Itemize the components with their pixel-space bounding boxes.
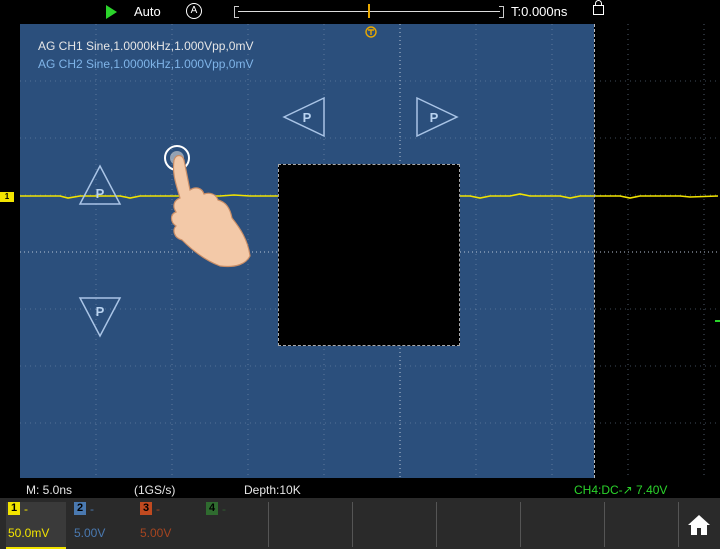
timeline-left-bracket (234, 6, 239, 18)
hand-pointer-icon (164, 145, 251, 268)
menu-divider (436, 502, 437, 547)
pan-right-arrow[interactable]: P (415, 96, 459, 138)
timeline-right-bracket (499, 6, 504, 18)
home-icon[interactable] (686, 512, 712, 538)
timeline-position-marker[interactable] (368, 4, 370, 18)
timebase[interactable]: M: 5.0ns (26, 483, 72, 497)
ch1-info: AG CH1 Sine,1.0000kHz,1.000Vpp,0mV (38, 39, 254, 53)
svg-text:P: P (96, 186, 105, 201)
waveform-screen[interactable]: AG CH1 Sine,1.0000kHz,1.000Vpp,0mV AG CH… (0, 24, 718, 478)
channel-1-coupling: - (24, 502, 28, 516)
record-depth: Depth:10K (244, 483, 301, 497)
channel-1-number: 1 (8, 502, 20, 515)
trigger-mode[interactable]: Auto (134, 4, 161, 19)
pan-up-arrow[interactable]: P (78, 164, 122, 206)
lock-icon[interactable] (593, 0, 604, 15)
ch1-offset-marker[interactable]: 1 (0, 192, 14, 202)
top-bar: Auto A T:0.000ns (0, 0, 720, 24)
channel-2-scale: 5.00V (74, 526, 106, 540)
channel-4-coupling: - (222, 502, 226, 516)
menu-divider (352, 502, 353, 547)
pan-left-arrow[interactable]: P (282, 96, 326, 138)
svg-text:P: P (430, 110, 439, 125)
zone-edge-line (594, 24, 596, 478)
channel-2-coupling: - (90, 502, 94, 516)
svg-text:P: P (96, 304, 105, 319)
channel-bar: 1 - 50.0mV 2 - 5.00V 3 - 5.00V 4 - (0, 498, 720, 549)
channel-2-button[interactable]: 2 - 5.00V (72, 502, 132, 547)
memory-timeline[interactable] (234, 4, 504, 18)
channel-2-number: 2 (74, 502, 86, 515)
trigger-delay: T:0.000ns (511, 4, 568, 19)
trigger-position-marker[interactable] (365, 26, 377, 41)
menu-divider (268, 502, 269, 547)
ch2-info: AG CH2 Sine,1.0000kHz,1.000Vpp,0mV (38, 57, 254, 71)
channel-1-scale: 50.0mV (8, 526, 50, 540)
trigger-info[interactable]: CH4:DC-↗ 7.40V (574, 483, 667, 497)
menu-divider (604, 502, 605, 547)
pan-down-arrow[interactable]: P (78, 296, 122, 338)
channel-1-button[interactable]: 1 - 50.0mV (6, 502, 66, 549)
channel-3-number: 3 (140, 502, 152, 515)
sample-rate: (1GS/s) (134, 483, 176, 497)
menu-divider (678, 502, 679, 547)
svg-text:P: P (303, 110, 312, 125)
channel-4-button[interactable]: 4 - (204, 502, 264, 547)
menu-divider (520, 502, 521, 547)
status-bar: M: 5.0ns (1GS/s) Depth:10K CH4:DC-↗ 7.40… (0, 478, 720, 498)
auto-measure-icon[interactable]: A (186, 3, 202, 19)
channel-4-number: 4 (206, 502, 218, 515)
channel-3-coupling: - (156, 502, 160, 516)
play-icon[interactable] (106, 5, 117, 19)
zoom-selection-box[interactable] (278, 164, 460, 346)
ch4-trigger-level-marker[interactable] (715, 320, 720, 322)
channel-3-scale: 5.00V (140, 526, 172, 540)
channel-3-button[interactable]: 3 - 5.00V (138, 502, 198, 547)
